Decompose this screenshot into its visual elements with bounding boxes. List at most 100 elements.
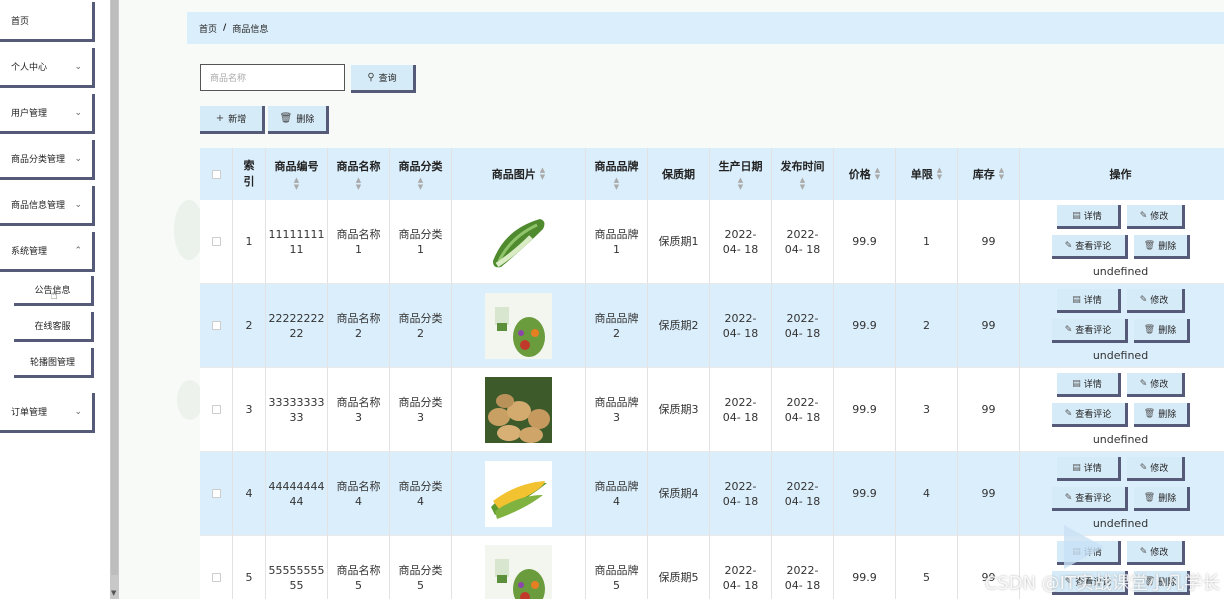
table-cell: 商品名称 3 bbox=[328, 368, 390, 451]
product-image[interactable] bbox=[485, 460, 552, 527]
edit-button[interactable]: ✎ 修改 bbox=[1126, 541, 1185, 565]
scrollbar-thumb[interactable] bbox=[111, 0, 118, 575]
header-stock[interactable]: 库存 ▲ ▼ bbox=[958, 148, 1020, 200]
table-cell bbox=[200, 284, 233, 367]
detail-button[interactable]: ▤ 详情 bbox=[1056, 205, 1121, 229]
table-cell: 4 bbox=[896, 452, 958, 535]
edit-button[interactable]: ✎ 修改 bbox=[1126, 205, 1185, 229]
product-image[interactable] bbox=[485, 292, 552, 359]
row-limit: 3 bbox=[923, 403, 930, 416]
view-reviews-button[interactable]: ✎ 查看评论 bbox=[1051, 235, 1128, 259]
table-cell: 2022-04- 18 bbox=[710, 536, 772, 599]
product-image[interactable] bbox=[485, 544, 552, 599]
row-shelf-life: 保质期3 bbox=[658, 403, 699, 416]
view-reviews-button[interactable]: ✎ 查看评论 bbox=[1051, 319, 1128, 343]
pencil-icon: ✎ bbox=[1139, 294, 1148, 305]
add-button[interactable]: + 新增 bbox=[200, 106, 265, 134]
header-brand[interactable]: 商品品牌 ▲ ▼ bbox=[586, 148, 648, 200]
row-actions-cell: ▤详情✎修改✎查看评论🗑删除undefined bbox=[1020, 368, 1221, 451]
table-cell: 2022-04- 18 bbox=[772, 452, 834, 535]
sidebar-item-label: 用户管理 bbox=[11, 109, 48, 119]
delete-button[interactable]: 🗑 删除 bbox=[1133, 403, 1190, 427]
sidebar-item-product-management[interactable]: 商品信息管理 ⌄ bbox=[0, 186, 95, 226]
header-code-label: 商品编号 bbox=[274, 159, 319, 173]
table-cell: 2022-04- 18 bbox=[710, 452, 772, 535]
header-image[interactable]: 商品图片 ▲ ▼ bbox=[452, 148, 586, 200]
header-shelf-life[interactable]: 保质期 bbox=[648, 148, 710, 200]
table-cell: 99.9 bbox=[834, 536, 896, 599]
product-image[interactable] bbox=[485, 376, 552, 443]
row-checkbox[interactable] bbox=[211, 573, 221, 582]
view-reviews-button[interactable]: ✎ 查看评论 bbox=[1051, 487, 1128, 511]
sort-icon: ▲ ▼ bbox=[998, 166, 1005, 181]
row-brand: 商品品牌 2 bbox=[594, 311, 639, 340]
header-price[interactable]: 价格 ▲ ▼ bbox=[834, 148, 896, 200]
edit-button[interactable]: ✎ 修改 bbox=[1126, 457, 1185, 481]
header-limit[interactable]: 单限 ▲ ▼ bbox=[896, 148, 958, 200]
row-category: 商品分类 3 bbox=[398, 395, 443, 424]
sidebar-item-label: 商品分类管理 bbox=[11, 155, 66, 165]
row-checkbox[interactable] bbox=[211, 489, 221, 498]
header-name[interactable]: 商品名称 ▲ ▼ bbox=[328, 148, 390, 200]
row-publish-time: 2022-04- 18 bbox=[784, 479, 821, 508]
header-publish-time[interactable]: 发布时间 ▲ ▼ bbox=[772, 148, 834, 200]
table-cell: 5 bbox=[233, 536, 266, 599]
scroll-down-icon[interactable]: ▼ bbox=[111, 589, 116, 597]
chevron-down-icon: ⌄ bbox=[74, 62, 82, 72]
row-shelf-life: 保质期2 bbox=[658, 319, 699, 332]
sidebar-item-user-management[interactable]: 用户管理 ⌄ bbox=[0, 94, 95, 134]
row-code: 55555555 55 bbox=[268, 563, 325, 592]
row-production-date: 2022-04- 18 bbox=[722, 227, 759, 256]
delete-button[interactable]: 🗑 删除 bbox=[1133, 487, 1190, 511]
document-icon: ▤ bbox=[1072, 462, 1081, 473]
sidebar-subitem-label: 轮播图管理 bbox=[29, 358, 75, 368]
sidebar-item-system-management[interactable]: 系统管理 ⌃ bbox=[0, 232, 95, 272]
sidebar-subitem-carousel[interactable]: 轮播图管理 bbox=[14, 348, 94, 378]
table-cell: 2022-04- 18 bbox=[710, 368, 772, 451]
search-input[interactable]: 商品名称 bbox=[200, 64, 345, 91]
table-header: 索引 商品编号 ▲ ▼ 商品名称 ▲ ▼ 商品分类 ▲ ▼ 商品图片 ▲ ▼ 商品品牌 ▲ ▼ 保质… bbox=[200, 148, 1224, 200]
row-checkbox[interactable] bbox=[211, 321, 221, 330]
sidebar-item-order-management[interactable]: 订单管理 ⌄ bbox=[0, 393, 95, 433]
table-cell: 2022-04- 18 bbox=[772, 536, 834, 599]
edit-button[interactable]: ✎ 修改 bbox=[1126, 373, 1185, 397]
detail-button[interactable]: ▤ 详情 bbox=[1056, 373, 1121, 397]
header-code[interactable]: 商品编号 ▲ ▼ bbox=[266, 148, 328, 200]
sort-icon: ▲ ▼ bbox=[737, 175, 744, 191]
document-icon: ▤ bbox=[1072, 378, 1081, 389]
row-publish-time: 2022-04- 18 bbox=[784, 311, 821, 340]
select-all-checkbox[interactable] bbox=[211, 169, 221, 179]
delete-button[interactable]: 🗑 删除 bbox=[1133, 235, 1190, 259]
sidebar-subitem-online-service[interactable]: 在线客服 bbox=[14, 312, 94, 342]
bulk-delete-button[interactable]: 🗑 删除 bbox=[268, 106, 329, 134]
delete-label: 删除 bbox=[1158, 242, 1177, 252]
sidebar-item-category-management[interactable]: 商品分类管理 ⌄ bbox=[0, 140, 95, 180]
sidebar-item-personal-center[interactable]: 个人中心 ⌄ bbox=[0, 48, 95, 88]
row-production-date: 2022-04- 18 bbox=[722, 311, 759, 340]
edit-label: 修改 bbox=[1150, 548, 1169, 558]
header-actions: 操作 bbox=[1020, 148, 1221, 200]
delete-button[interactable]: 🗑 删除 bbox=[1133, 319, 1190, 343]
detail-button[interactable]: ▤ 详情 bbox=[1056, 289, 1121, 313]
add-button-label: 新增 bbox=[228, 115, 247, 125]
sidebar-item-home[interactable]: 首页 bbox=[0, 2, 95, 42]
header-production-date[interactable]: 生产日期 ▲ ▼ bbox=[710, 148, 772, 200]
search-button[interactable]: ⚲ 查询 bbox=[351, 65, 416, 93]
sidebar-scrollbar[interactable]: ▼ bbox=[110, 0, 119, 599]
product-image[interactable] bbox=[485, 208, 552, 275]
table-cell bbox=[200, 452, 233, 535]
trash-icon: 🗑 bbox=[1143, 240, 1156, 251]
row-price: 99.9 bbox=[852, 319, 877, 332]
row-checkbox[interactable] bbox=[211, 237, 221, 246]
header-category[interactable]: 商品分类 ▲ ▼ bbox=[390, 148, 452, 200]
detail-button[interactable]: ▤ 详情 bbox=[1056, 457, 1121, 481]
edit-button[interactable]: ✎ 修改 bbox=[1126, 289, 1185, 313]
breadcrumb-home[interactable]: 首页 bbox=[199, 22, 217, 35]
sort-icon: ▲ ▼ bbox=[936, 166, 943, 181]
reviews-label: 查看评论 bbox=[1075, 242, 1112, 252]
row-checkbox[interactable] bbox=[211, 405, 221, 414]
table-cell: 99 bbox=[958, 452, 1020, 535]
table-cell: 商品分类 5 bbox=[390, 536, 452, 599]
edit-label: 修改 bbox=[1150, 212, 1169, 222]
view-reviews-button[interactable]: ✎ 查看评论 bbox=[1051, 403, 1128, 427]
